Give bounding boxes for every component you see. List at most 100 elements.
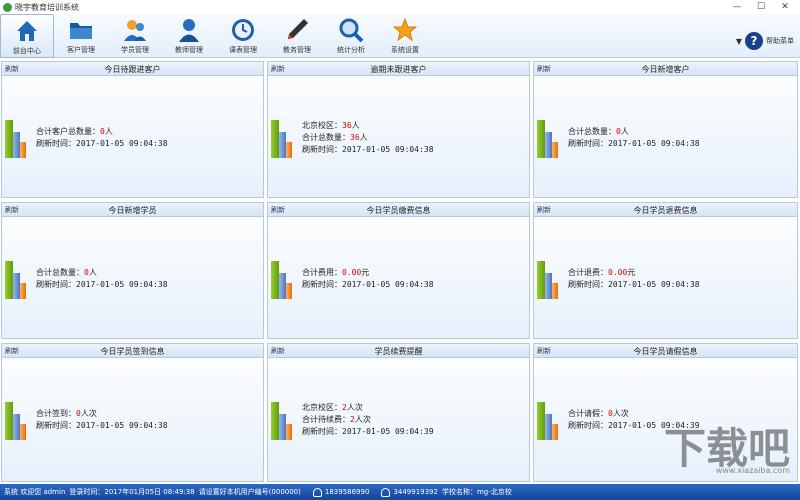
toolbar-item-label: 教务管理 [283,46,311,54]
dashboard-panel: 刷新 学员续费提醒 北京校区：2人次 合计待续费：2人次 刷新时间：2017-0… [267,343,530,482]
maximize-button[interactable]: ☐ [750,0,772,13]
status-login-time: 登录时间：2017年01月05日 08:49:38 [69,488,195,496]
bar-chart-icon [271,259,293,299]
help-menu[interactable]: ▼ ? 帮助菜单 [736,32,794,50]
status-phone: 3449919392 [393,488,438,496]
minimize-button[interactable]: — [726,0,748,13]
bar-chart-icon [271,118,293,158]
toolbar-item-label: 课表管理 [229,46,257,54]
panel-header: 刷新 学员续费提醒 [268,344,529,358]
toolbar-item-customers[interactable]: 客户管理 [54,14,108,58]
panel-content: 北京校区：2人次 合计待续费：2人次 刷新时间：2017-01-05 09:04… [302,402,434,438]
home-icon [13,17,41,45]
panel-title: 今日学员退费信息 [633,206,698,215]
magnifier-icon [337,16,365,44]
toolbar-item-label: 教师管理 [175,46,203,54]
refresh-time: 2017-01-05 09:04:38 [608,139,700,148]
line-label: 合计费用： [302,268,342,277]
status-phone: 1839586990 [324,488,370,496]
panel-header: 刷新 今日新增学员 [2,203,263,217]
line-unit: 人 [351,121,360,130]
status-school: 学校名称：mg-北京校 [441,488,512,496]
line-label: 合计总数量： [568,127,616,136]
toolbar-item-label: 学员管理 [121,46,149,54]
refresh-time: 2017-01-05 09:04:38 [76,421,168,430]
line-unit: 元 [627,268,636,277]
watermark-url: www.xiazaiba.com [715,466,790,475]
refresh-time: 2017-01-05 09:04:38 [342,145,434,154]
line-unit: 人次 [354,415,371,424]
panel-content: 合计费用：0.00元 刷新时间：2017-01-05 09:04:38 [302,267,434,291]
panel-header: 刷新 今日待跟进客户 [2,62,263,76]
bar-chart-icon [537,400,559,440]
line-label: 合计客户总数量： [36,127,100,136]
dashboard-panel: 刷新 今日学员签到信息 合计签到：0人次 刷新时间：2017-01-05 09:… [1,343,264,482]
refresh-time: 2017-01-05 09:04:39 [342,427,434,436]
line-unit: 人 [359,133,368,142]
panel-title: 今日学员请假信息 [633,347,698,356]
line-unit: 元 [361,268,370,277]
pen-icon [283,16,311,44]
panel-header: 刷新 今日学员退费信息 [534,203,797,217]
bar-chart-icon [5,400,27,440]
chevron-down-icon: ▼ [735,36,742,46]
line-label: 刷新时间： [36,280,76,289]
dashboard-panel: 刷新 今日新增学员 合计总数量：0人 刷新时间：2017-01-05 09:04… [1,202,264,339]
headset-icon [381,487,391,497]
line-label: 合计请假： [568,409,608,418]
toolbar-item-students[interactable]: 学员管理 [108,14,162,58]
toolbar-item-academic[interactable]: 教务管理 [270,14,324,58]
line-unit: 人次 [80,409,97,418]
teacher-icon [175,16,203,44]
bar-chart-icon [5,118,27,158]
app-logo-icon [3,2,12,12]
panel-title: 逾期未跟进客户 [370,65,427,74]
close-button[interactable]: ✕ [774,0,796,13]
bar-chart-icon [537,118,559,158]
panel-title: 今日待跟进客户 [104,65,161,74]
star-icon [391,16,419,44]
toolbar-item-settings[interactable]: 系统设置 [378,14,432,58]
panel-title: 今日新增客户 [641,65,690,74]
help-icon: ? [745,32,763,50]
line-label: 刷新时间： [36,139,76,148]
line-label: 北京校区： [302,403,342,412]
help-menu-label: 帮助菜单 [766,37,794,45]
clock-icon [229,16,257,44]
panel-content: 合计客户总数量：0人 刷新时间：2017-01-05 09:04:38 [36,126,168,150]
line-value: 0.00 [342,268,362,277]
refresh-time: 2017-01-05 09:04:38 [76,280,168,289]
line-unit: 人次 [612,409,629,418]
bar-chart-icon [537,259,559,299]
panel-header: 刷新 今日新增客户 [534,62,797,76]
main-toolbar: 前台中心 客户管理 学员管理 教师管理 课表管理 教务管理 统计分析 系统设置 … [0,14,800,58]
refresh-time: 2017-01-05 09:04:38 [342,280,434,289]
line-unit: 人 [620,127,629,136]
toolbar-item-teachers[interactable]: 教师管理 [162,14,216,58]
panel-content: 北京校区：36人 合计总数量：36人 刷新时间：2017-01-05 09:04… [302,120,434,156]
line-unit: 人次 [346,403,363,412]
line-label: 合计总数量： [36,268,84,277]
line-label: 北京校区： [302,121,342,130]
line-label: 合计总数量： [302,133,350,142]
toolbar-item-label: 统计分析 [337,46,365,54]
dashboard-panel: 刷新 今日新增客户 合计总数量：0人 刷新时间：2017-01-05 09:04… [533,61,798,198]
line-label: 合计签到： [36,409,76,418]
toolbar-item-statistics[interactable]: 统计分析 [324,14,378,58]
line-label: 刷新时间： [568,139,608,148]
toolbar-item-front-center[interactable]: 前台中心 [0,14,54,58]
students-icon [121,16,149,44]
dashboard-panel: 刷新 逾期未跟进客户 北京校区：36人 合计总数量：36人 刷新时间：2017-… [267,61,530,198]
panel-content: 合计总数量：0人 刷新时间：2017-01-05 09:04:38 [36,267,168,291]
panel-title: 今日学员签到信息 [100,347,165,356]
status-notice: 请设置好本机用户编号(000000) [198,488,301,496]
dashboard-panel: 刷新 今日待跟进客户 合计客户总数量：0人 刷新时间：2017-01-05 09… [1,61,264,198]
line-label: 刷新时间： [568,280,608,289]
window-title: 晓宇教育培训系统 [15,2,79,12]
line-label: 刷新时间： [302,280,342,289]
dashboard-panel: 刷新 今日学员缴费信息 合计费用：0.00元 刷新时间：2017-01-05 0… [267,202,530,339]
toolbar-item-schedule[interactable]: 课表管理 [216,14,270,58]
panel-title: 今日新增学员 [108,206,157,215]
line-unit: 人 [88,268,97,277]
panel-title: 今日学员缴费信息 [366,206,431,215]
